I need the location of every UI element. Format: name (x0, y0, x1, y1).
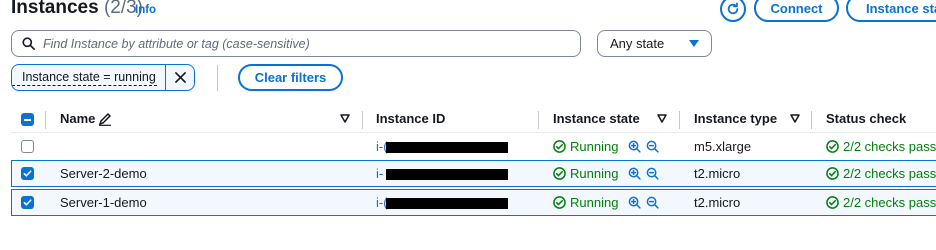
sort-icon[interactable] (340, 114, 350, 123)
status-check: 2/2 checks passe (826, 195, 936, 210)
zoom-controls (628, 140, 659, 153)
status-check: 2/2 checks passe (826, 166, 936, 181)
state-select-value: Any state (610, 36, 665, 51)
filter-token[interactable]: Instance state = running (11, 64, 195, 91)
select-all-checkbox[interactable] (21, 113, 34, 126)
edit-icon[interactable] (98, 112, 112, 126)
instance-state-button[interactable]: Instance state (846, 0, 936, 22)
status-ok-icon (826, 140, 839, 153)
column-header-instance-state[interactable]: Instance state (553, 111, 640, 126)
refresh-button[interactable] (720, 0, 746, 22)
zoom-out-icon[interactable] (646, 140, 659, 153)
row-checkbox[interactable] (21, 196, 34, 209)
column-separator (538, 111, 539, 129)
zoom-in-icon[interactable] (628, 167, 641, 180)
filter-remove-button[interactable] (165, 65, 194, 90)
zoom-controls (628, 196, 659, 209)
page-title: Instances (2/3) (11, 0, 143, 19)
filter-token-label: Instance state = running (12, 69, 157, 86)
column-separator (679, 111, 680, 129)
column-separator (811, 111, 812, 129)
check-icon (23, 199, 32, 206)
instance-id-link[interactable]: i- (376, 166, 383, 181)
redacted-instance-id (386, 198, 508, 209)
status-ok-icon (553, 140, 566, 153)
check-icon (23, 170, 32, 177)
instance-state-text: Running (570, 139, 619, 154)
instance-name: Server-1-demo (60, 195, 147, 210)
zoom-controls (628, 167, 659, 180)
status-check-text: 2/2 checks passe (843, 195, 936, 210)
indeterminate-mark (24, 118, 31, 121)
status-check: 2/2 checks passe (826, 139, 936, 154)
instance-state-status: Running (553, 195, 618, 210)
instance-state-text: Running (570, 195, 619, 210)
instance-type: t2.micro (694, 195, 741, 210)
column-separator (45, 111, 46, 129)
clear-filters-button[interactable]: Clear filters (238, 64, 343, 91)
column-header-instance-type[interactable]: Instance type (694, 111, 777, 126)
close-icon (174, 72, 186, 83)
zoom-in-icon[interactable] (628, 196, 641, 209)
search-input[interactable]: Find Instance by attribute or tag (case-… (11, 30, 581, 57)
column-header-instance-id[interactable]: Instance ID (376, 111, 445, 126)
status-ok-icon (826, 167, 839, 180)
column-separator (362, 111, 363, 129)
zoom-in-icon[interactable] (628, 140, 641, 153)
row-checkbox[interactable] (21, 167, 34, 180)
instance-type: t2.micro (694, 166, 741, 181)
zoom-out-icon[interactable] (646, 196, 659, 209)
status-check-text: 2/2 checks passe (843, 166, 936, 181)
column-header-status-check[interactable]: Status check (826, 111, 906, 126)
search-placeholder: Find Instance by attribute or tag (case-… (43, 36, 310, 51)
connect-button[interactable]: Connect (754, 0, 839, 22)
instance-type: m5.xlarge (694, 139, 752, 154)
status-check-text: 2/2 checks passe (843, 139, 936, 154)
sort-icon[interactable] (790, 114, 800, 123)
status-ok-icon (826, 196, 839, 209)
status-ok-icon (553, 196, 566, 209)
search-icon (22, 37, 35, 50)
caret-down-icon (689, 39, 699, 47)
status-ok-icon (553, 167, 566, 180)
zoom-out-icon[interactable] (646, 167, 659, 180)
instance-state-text: Running (570, 166, 619, 181)
redacted-instance-id (386, 169, 508, 180)
state-select[interactable]: Any state (597, 30, 712, 57)
divider (217, 65, 218, 91)
row-checkbox[interactable] (21, 140, 34, 153)
instance-name: Server-2-demo (60, 166, 147, 181)
sort-icon[interactable] (657, 114, 667, 123)
instance-state-status: Running (553, 139, 618, 154)
refresh-icon (727, 2, 739, 15)
column-header-name[interactable]: Name (60, 111, 95, 126)
instance-state-status: Running (553, 166, 618, 181)
redacted-instance-id (386, 142, 508, 153)
info-link[interactable]: Info (135, 4, 156, 16)
